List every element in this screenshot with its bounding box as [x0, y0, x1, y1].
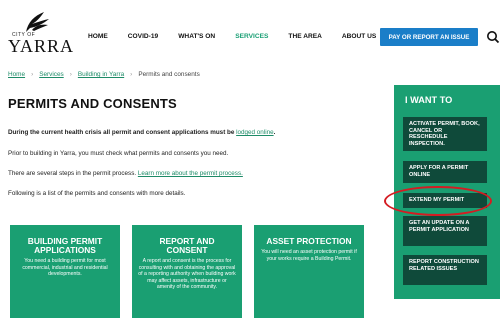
nav-home[interactable]: HOME [88, 33, 108, 40]
breadcrumb-separator: › [31, 71, 34, 78]
paragraph-permit-steps: There are several steps in the permit pr… [8, 170, 243, 177]
card-description: You will need an asset protection permit… [261, 249, 357, 262]
health-crisis-end: . [273, 129, 276, 136]
nav-the-area[interactable]: THE AREA [288, 33, 321, 40]
report-construction-button[interactable]: REPORT CONSTRUCTION RELATED ISSUES [403, 255, 487, 285]
nav-covid[interactable]: COVID-19 [128, 33, 158, 40]
apply-permit-online-button[interactable]: APPLY FOR A PERMIT ONLINE [403, 161, 487, 183]
search-icon[interactable] [486, 30, 500, 44]
breadcrumb-separator: › [69, 71, 72, 78]
card-description: A report and consent is the process for … [138, 258, 236, 291]
yarra-logo[interactable]: CITY OF YARRA [8, 10, 73, 56]
main-nav: HOME COVID-19 WHAT'S ON SERVICES THE ARE… [88, 33, 396, 40]
i-want-to-title: I WANT TO [405, 95, 453, 105]
paragraph-health-crisis: During the current health crisis all per… [8, 129, 275, 136]
paragraph-following: Following is a list of the permits and c… [8, 190, 186, 197]
nav-about-us[interactable]: ABOUT US [342, 33, 376, 40]
get-update-button[interactable]: GET AN UPDATE ON A PERMIT APPLICATION [403, 216, 487, 246]
pay-or-report-button[interactable]: PAY OR REPORT AN ISSUE [380, 28, 478, 46]
activate-permit-button[interactable]: ACTIVATE PERMIT, BOOK, CANCEL OR RESCHED… [403, 117, 487, 151]
breadcrumb-building[interactable]: Building in Yarra [78, 71, 124, 78]
lodged-online-link[interactable]: lodged online [236, 129, 273, 136]
card-title: REPORT AND CONSENT [159, 236, 215, 255]
breadcrumb-separator: › [130, 71, 133, 78]
health-crisis-text: During the current health crisis all per… [8, 129, 237, 136]
card-asset-protection[interactable]: ASSET PROTECTION You will need an asset … [254, 225, 364, 318]
card-title: BUILDING PERMIT APPLICATIONS [27, 236, 103, 255]
logo-name: YARRA [8, 36, 75, 56]
breadcrumb-home[interactable]: Home [8, 71, 25, 78]
permit-steps-text: There are several steps in the permit pr… [8, 170, 138, 177]
learn-more-link[interactable]: Learn more about the permit process. [138, 170, 243, 177]
breadcrumb-current: Permits and consents [138, 71, 200, 78]
card-report-consent[interactable]: REPORT AND CONSENT A report and consent … [132, 225, 242, 318]
card-title: ASSET PROTECTION [266, 236, 352, 246]
highlight-annotation-ring [384, 186, 492, 216]
page-title: PERMITS AND CONSENTS [8, 96, 177, 111]
nav-whats-on[interactable]: WHAT'S ON [178, 33, 215, 40]
paragraph-prior-building: Prior to building in Yarra, you must che… [8, 150, 229, 157]
site-header: CITY OF YARRA HOME COVID-19 WHAT'S ON SE… [0, 0, 500, 62]
card-description: You need a building permit for most comm… [22, 258, 108, 278]
breadcrumb-services[interactable]: Services [39, 71, 64, 78]
card-building-permit[interactable]: BUILDING PERMIT APPLICATIONS You need a … [10, 225, 120, 318]
leaf-logo-icon [26, 12, 49, 32]
breadcrumb: Home › Services › Building in Yarra › Pe… [8, 71, 200, 78]
nav-services[interactable]: SERVICES [235, 33, 268, 40]
